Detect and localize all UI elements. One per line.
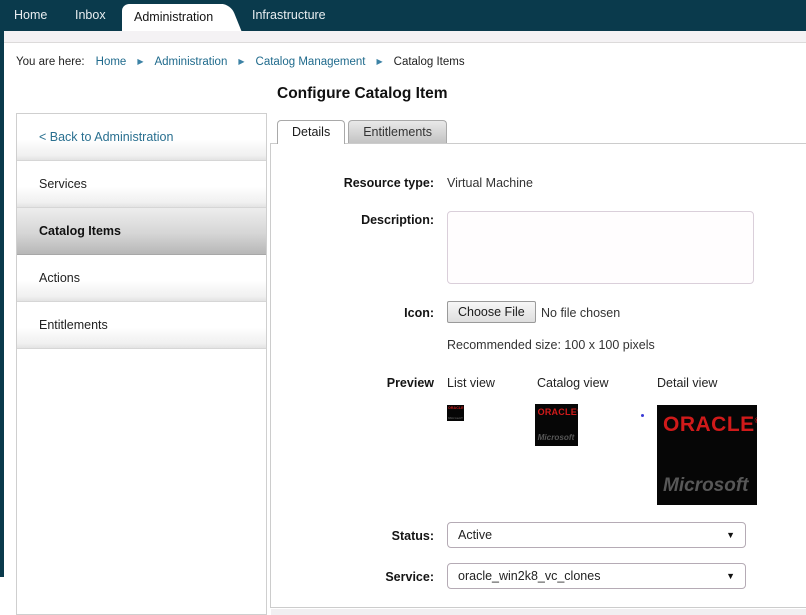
breadcrumb-link-home[interactable]: Home xyxy=(96,56,127,68)
logo-oracle-text: ORACLE xyxy=(448,406,464,410)
sidebar-back-to-administration[interactable]: < Back to Administration xyxy=(17,114,266,161)
breadcrumb-current: Catalog Items xyxy=(393,56,465,68)
page-title: Configure Catalog Item xyxy=(277,85,448,102)
logo-microsoft-text: Microsoft xyxy=(537,433,575,443)
logo-microsoft-text: Microsoft xyxy=(448,416,463,420)
status-label: Status: xyxy=(391,529,434,543)
details-panel: Resource type: Virtual Machine Descripti… xyxy=(270,143,806,608)
page-left-border xyxy=(0,31,4,577)
sidebar: < Back to Administration Services Catalo… xyxy=(16,113,267,615)
status-select[interactable]: Active ▼ xyxy=(447,522,746,548)
sidebar-item-entitlements[interactable]: Entitlements xyxy=(17,302,266,349)
breadcrumb-arrow-icon: ▶ xyxy=(238,57,245,66)
tab-details[interactable]: Details xyxy=(277,120,346,144)
detail-view-icon-preview: ORACLE® Microsoft xyxy=(657,405,757,505)
preview-label: Preview xyxy=(386,376,434,390)
sidebar-item-services[interactable]: Services xyxy=(17,161,266,208)
catalog-item-logo: ORACLE® Microsoft xyxy=(657,405,757,505)
tab-entitlements[interactable]: Entitlements xyxy=(348,120,447,143)
sidebar-item-actions[interactable]: Actions xyxy=(17,255,266,302)
logo-oracle-text: ORACLE xyxy=(663,413,755,436)
catalog-item-logo: ORACLE® Microsoft xyxy=(447,405,464,421)
panel-footer-strip xyxy=(271,609,806,615)
sidebar-item-catalog-items[interactable]: Catalog Items xyxy=(17,208,266,255)
resource-type-value: Virtual Machine xyxy=(447,176,533,190)
subnav-band xyxy=(0,31,806,43)
nav-tab-administration[interactable]: Administration xyxy=(122,4,224,31)
catalog-item-logo: ORACLE® Microsoft xyxy=(535,404,578,446)
logo-reg-mark: ® xyxy=(577,409,578,412)
breadcrumb-prefix: You are here: xyxy=(16,56,85,68)
catalog-view-icon-preview: ORACLE® Microsoft xyxy=(535,404,578,446)
back-link-label: < Back to Administration xyxy=(39,130,174,144)
broken-image-dot-icon xyxy=(641,414,644,417)
nav-tab-infrastructure[interactable]: Infrastructure xyxy=(252,0,326,31)
preview-list-view-label: List view xyxy=(447,376,495,390)
logo-oracle-text: ORACLE xyxy=(537,407,577,418)
nav-tab-inbox[interactable]: Inbox xyxy=(75,0,106,31)
breadcrumb-arrow-icon: ▶ xyxy=(137,57,144,66)
service-label: Service: xyxy=(385,570,434,584)
top-navbar: Home Inbox Administration Infrastructure xyxy=(0,0,806,31)
breadcrumb: You are here: Home ▶ Administration ▶ Ca… xyxy=(16,54,465,70)
icon-size-hint: Recommended size: 100 x 100 pixels xyxy=(447,338,655,352)
status-select-value: Active xyxy=(458,528,493,542)
logo-microsoft-text: Microsoft xyxy=(663,475,749,496)
resource-type-label: Resource type: xyxy=(343,176,434,190)
description-label: Description: xyxy=(361,213,434,227)
breadcrumb-arrow-icon: ▶ xyxy=(376,57,383,66)
breadcrumb-link-catalog-management[interactable]: Catalog Management xyxy=(256,56,366,68)
file-chosen-status: No file chosen xyxy=(541,306,621,320)
preview-detail-view-label: Detail view xyxy=(657,376,718,390)
logo-reg-mark: ® xyxy=(755,418,757,425)
list-view-icon-preview: ORACLE® Microsoft xyxy=(447,405,464,421)
service-select-value: oracle_win2k8_vc_clones xyxy=(458,569,601,583)
nav-tab-home[interactable]: Home xyxy=(14,0,47,31)
chevron-down-icon: ▼ xyxy=(726,530,735,540)
preview-catalog-view-label: Catalog view xyxy=(537,376,609,390)
service-select[interactable]: oracle_win2k8_vc_clones ▼ xyxy=(447,563,746,589)
description-input[interactable] xyxy=(447,211,754,284)
detail-tabs: Details Entitlements xyxy=(277,120,450,144)
breadcrumb-link-administration[interactable]: Administration xyxy=(154,56,227,68)
chevron-down-icon: ▼ xyxy=(726,571,735,581)
icon-label: Icon: xyxy=(404,306,434,320)
choose-file-button[interactable]: Choose File xyxy=(447,301,536,323)
